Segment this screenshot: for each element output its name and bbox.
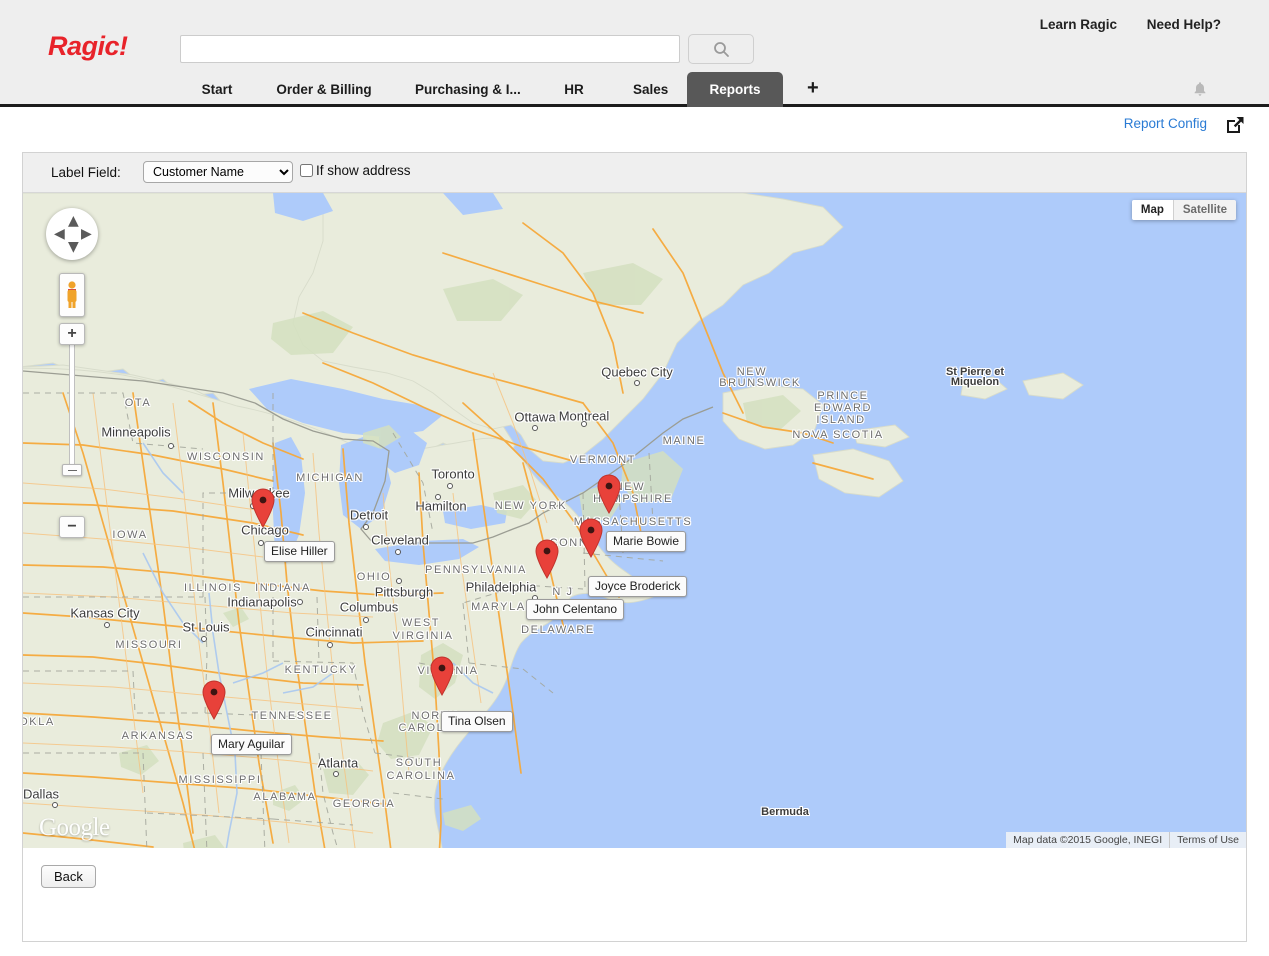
add-tab-button[interactable]: + xyxy=(797,72,829,107)
terms-of-use-link[interactable]: Terms of Use xyxy=(1169,832,1246,848)
map-marker-pin[interactable] xyxy=(201,680,227,720)
tab-order-billing[interactable]: Order & Billing xyxy=(258,72,390,107)
tab-hr[interactable]: HR xyxy=(545,72,603,107)
report-subheader: Report Config xyxy=(0,110,1269,146)
tab-start[interactable]: Start xyxy=(183,72,251,107)
tab-purchasing[interactable]: Purchasing & I... xyxy=(397,72,527,107)
map-data-credit: Map data ©2015 Google, INEGI xyxy=(1006,832,1169,848)
label-field-select[interactable]: Customer Name xyxy=(143,161,293,183)
map-attribution: Map data ©2015 Google, INEGI Terms of Us… xyxy=(1006,832,1246,848)
map-toolbar: Label Field: Customer Name If show addre… xyxy=(23,153,1246,193)
search-button[interactable] xyxy=(688,34,754,64)
map-marker-pin[interactable] xyxy=(534,539,560,579)
report-config-link[interactable]: Report Config xyxy=(1124,116,1207,131)
pan-left-arrow-icon[interactable]: ◀ xyxy=(54,227,65,241)
map-marker-label[interactable]: Tina Olsen xyxy=(441,711,513,732)
pan-down-arrow-icon[interactable]: ▼ xyxy=(68,240,79,254)
map-marker-label[interactable]: Joyce Broderick xyxy=(588,576,687,597)
need-help-link[interactable]: Need Help? xyxy=(1147,17,1221,32)
back-button[interactable]: Back xyxy=(41,865,96,888)
global-search-input[interactable] xyxy=(180,35,680,63)
zoom-slider-track[interactable] xyxy=(69,323,75,471)
map-marker-pin[interactable] xyxy=(596,474,622,514)
map-marker-label[interactable]: Mary Aguilar xyxy=(211,734,292,755)
show-address-checkbox[interactable] xyxy=(300,164,313,177)
label-field-caption: Label Field: xyxy=(51,165,121,180)
pan-up-arrow-icon[interactable]: ▲ xyxy=(68,214,79,228)
map-base-graphics xyxy=(23,193,1246,848)
map-marker-pin[interactable] xyxy=(250,488,276,528)
pan-control[interactable]: ▲ ▼ ◀ ▶ xyxy=(46,208,98,260)
zoom-out-button[interactable]: − xyxy=(59,516,85,538)
learn-ragic-link[interactable]: Learn Ragic xyxy=(1040,17,1117,32)
map-type-map-button[interactable]: Map xyxy=(1132,200,1174,220)
google-map-canvas[interactable]: MinneapolisMilwaukeeChicagoDetroitClevel… xyxy=(23,193,1246,848)
tab-sales[interactable]: Sales xyxy=(615,72,679,107)
map-marker-label[interactable]: Marie Bowie xyxy=(606,531,686,552)
tab-reports[interactable]: Reports xyxy=(687,72,783,107)
search-icon xyxy=(713,41,730,58)
zoom-slider-handle[interactable] xyxy=(62,464,82,476)
top-header: Ragic! Learn Ragic Need Help? xyxy=(0,0,1269,72)
ragic-logo[interactable]: Ragic! xyxy=(48,33,128,60)
map-marker-label[interactable]: John Celentano xyxy=(526,599,624,620)
pan-right-arrow-icon[interactable]: ▶ xyxy=(81,227,92,241)
map-type-toggle: Map Satellite xyxy=(1132,200,1236,220)
map-marker-label[interactable]: Elise Hiller xyxy=(264,541,335,562)
street-view-pegman-icon[interactable] xyxy=(59,273,85,317)
main-tab-bar: Start Order & Billing Purchasing & I... … xyxy=(0,72,1269,107)
map-marker-pin[interactable] xyxy=(578,518,604,558)
zoom-in-button[interactable]: + xyxy=(59,323,85,345)
map-type-satellite-button[interactable]: Satellite xyxy=(1174,200,1236,220)
show-address-checkbox-wrap[interactable]: If show address xyxy=(300,163,411,178)
external-link-icon[interactable] xyxy=(1223,113,1247,142)
map-marker-pin[interactable] xyxy=(429,656,455,696)
show-address-label: If show address xyxy=(316,163,411,178)
map-report-panel: Label Field: Customer Name If show addre… xyxy=(22,152,1247,942)
notification-bell-icon[interactable] xyxy=(1193,81,1207,103)
